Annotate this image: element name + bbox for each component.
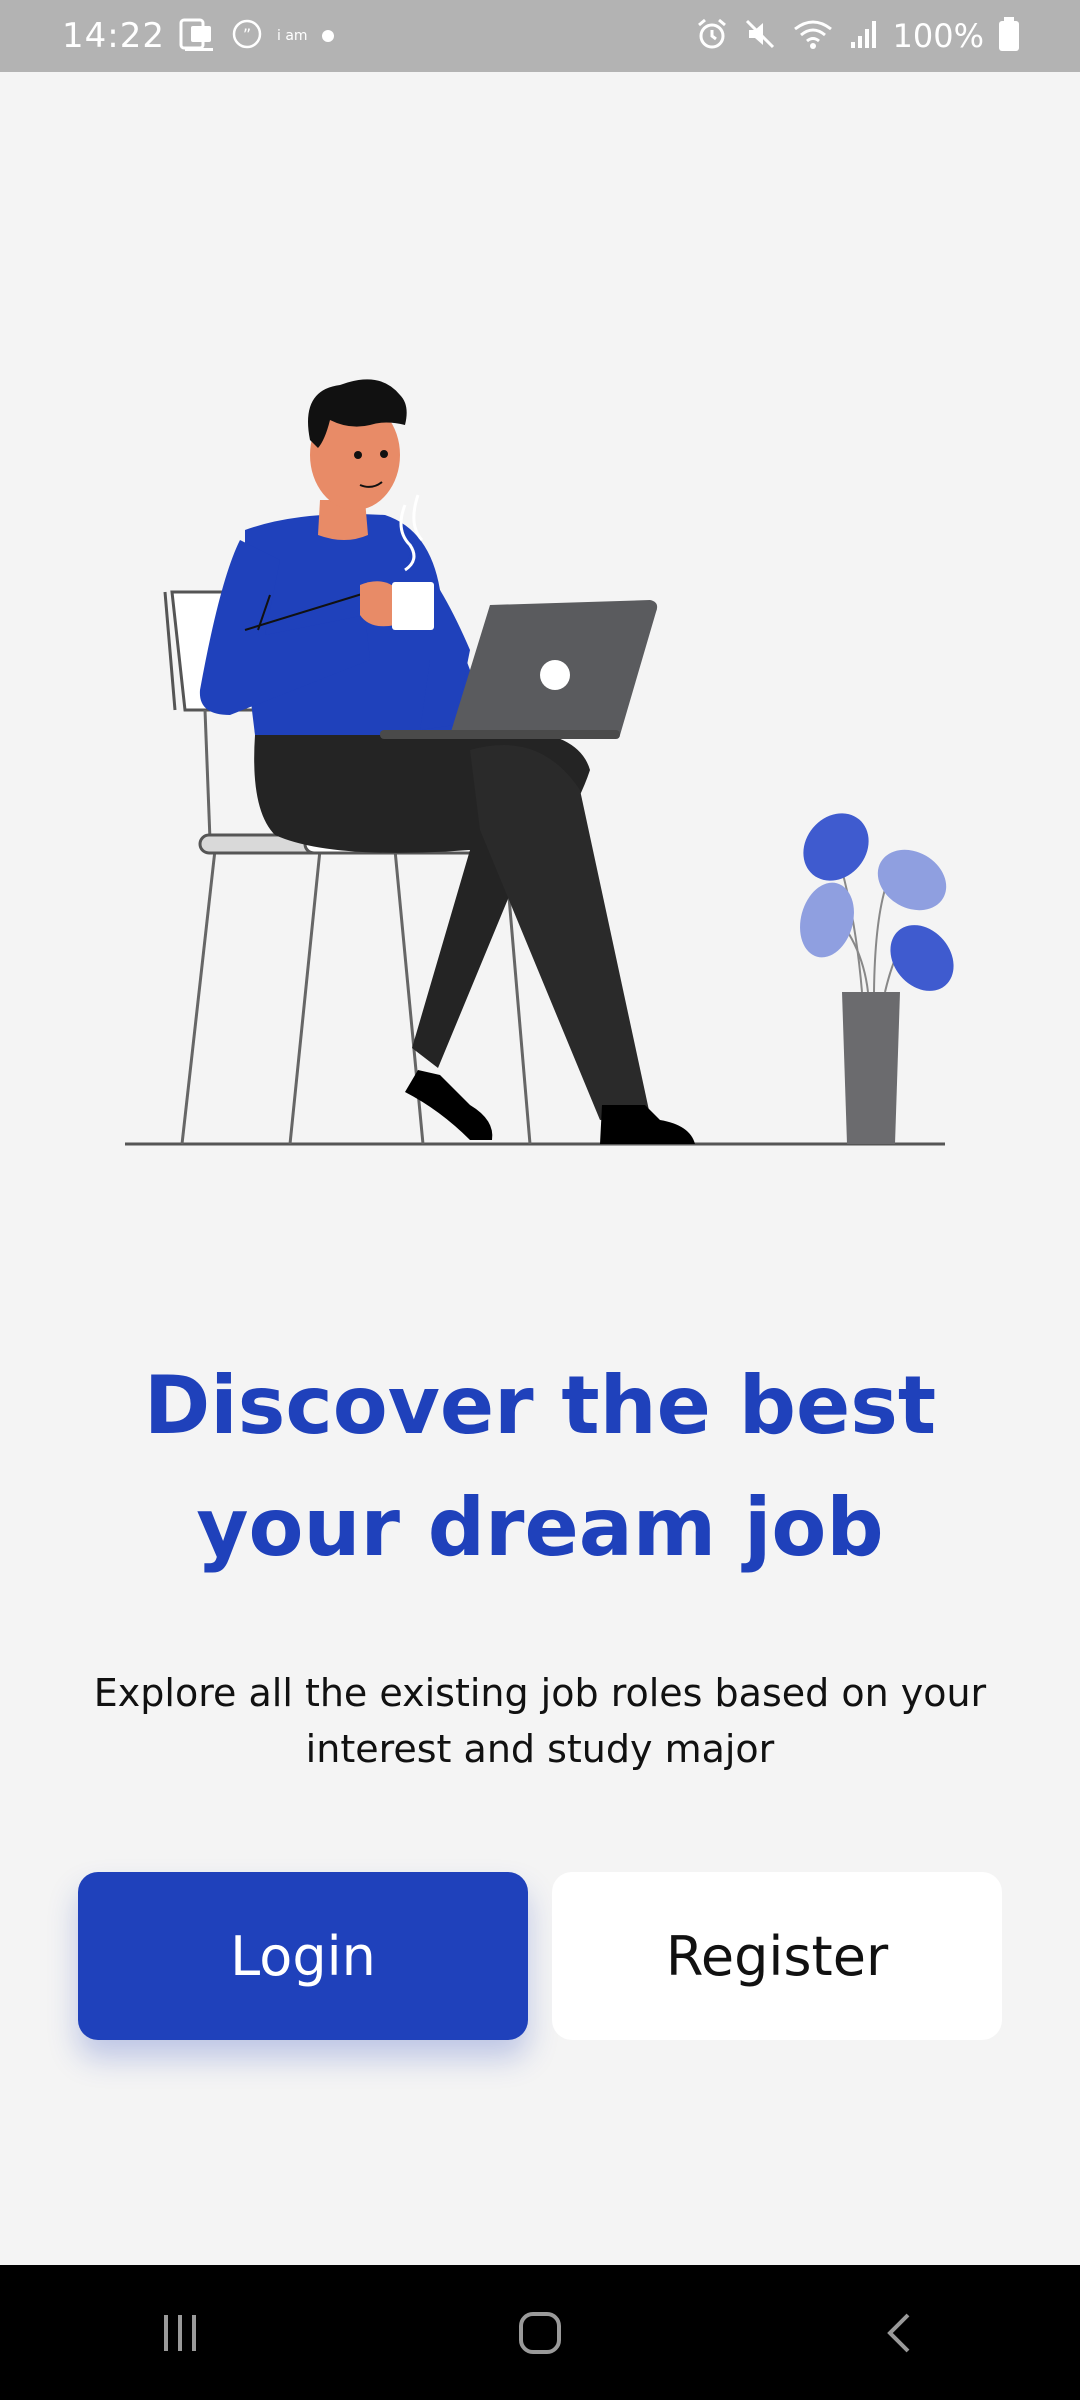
recent-apps-icon xyxy=(164,2314,196,2351)
notification-dot-icon xyxy=(321,30,334,42)
mute-icon xyxy=(743,17,777,55)
recent-apps-button[interactable] xyxy=(120,2283,240,2383)
status-label: i am xyxy=(276,28,308,44)
wifi-icon xyxy=(791,17,835,55)
person-shoe-right xyxy=(600,1105,695,1144)
person-with-laptop-illustration xyxy=(125,379,954,1146)
status-bar: 14:22 ” i am 100% xyxy=(0,0,1080,72)
alarm-icon xyxy=(695,17,729,55)
quote-icon: ” xyxy=(231,18,263,54)
home-icon xyxy=(519,2311,561,2354)
coffee-mug-icon xyxy=(392,582,434,630)
register-button[interactable]: Register xyxy=(552,1872,1002,2040)
headline-line-1: Discover the best xyxy=(143,1359,937,1452)
onboarding-subtitle: Explore all the existing job roles based… xyxy=(93,1671,987,1771)
onboarding-headline: Discover the best your dream job xyxy=(0,1345,1080,1589)
system-navigation-bar xyxy=(0,2265,1080,2400)
status-time: 14:22 xyxy=(62,16,165,56)
battery-icon xyxy=(998,16,1020,56)
home-button[interactable] xyxy=(480,2283,600,2383)
back-icon xyxy=(887,2313,910,2352)
potted-plant-icon xyxy=(800,813,954,1144)
screen-mirror-icon xyxy=(179,16,217,56)
login-button[interactable]: Login xyxy=(78,1872,528,2040)
headline-line-2: your dream job xyxy=(196,1481,884,1574)
battery-percent: 100% xyxy=(892,17,984,55)
signal-icon xyxy=(849,18,879,54)
svg-text:”: ” xyxy=(243,25,251,44)
back-button[interactable] xyxy=(840,2283,960,2383)
